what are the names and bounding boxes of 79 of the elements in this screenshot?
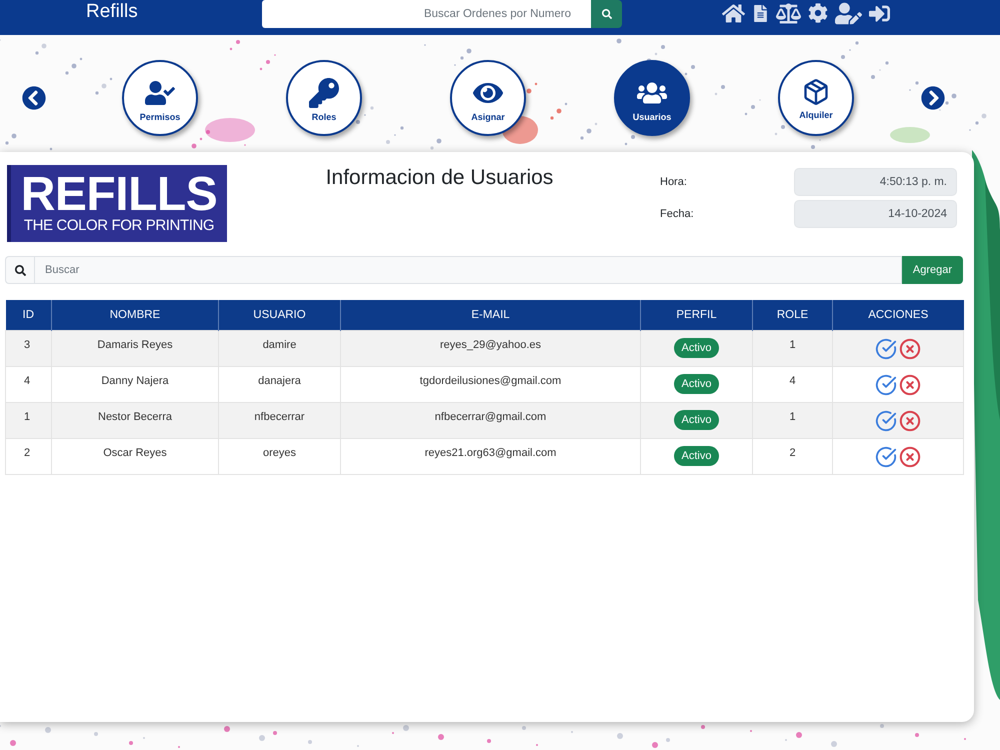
circle-x-icon xyxy=(899,374,921,396)
table-cell: Oscar Reyes xyxy=(103,446,167,460)
circle-check-icon xyxy=(875,410,897,432)
table-cell-text: 4 xyxy=(23,374,32,388)
table-cell-text: 1 xyxy=(23,410,32,424)
table-cell: Nestor Becerra xyxy=(98,410,172,424)
column-header: ID xyxy=(6,300,52,330)
delete-button[interactable] xyxy=(899,338,921,360)
logo-tagline: THE COLOR FOR PRINTING xyxy=(24,216,214,234)
module-nav-button[interactable]: Asignar xyxy=(450,60,526,136)
table-cell: damire xyxy=(262,338,296,352)
column-header: ACCIONES xyxy=(832,300,964,330)
table-cell: Danny Najera xyxy=(101,374,169,388)
previous-button[interactable] xyxy=(22,86,46,110)
table-cell: reyes_29@yahoo.es xyxy=(440,338,542,352)
column-header: USUARIO xyxy=(218,300,340,330)
circle-x-icon xyxy=(899,446,921,468)
module-nav-button[interactable]: Usuarios xyxy=(614,60,690,136)
table-cell-text: 3 xyxy=(23,338,32,352)
circle-check-icon xyxy=(875,446,897,468)
column-header: PERFIL xyxy=(640,300,752,330)
circle-x-icon xyxy=(899,338,921,360)
sign-in-icon[interactable] xyxy=(869,2,890,24)
chevron-left-icon xyxy=(22,86,46,110)
scale-icon[interactable] xyxy=(776,0,801,26)
circle-check-icon xyxy=(875,374,897,396)
user-edit-icon[interactable] xyxy=(835,0,862,26)
status-badge: Activo xyxy=(674,338,720,358)
approve-button[interactable] xyxy=(875,338,897,360)
column-header: ROLE xyxy=(752,300,832,330)
settings-icon[interactable] xyxy=(808,3,828,23)
module-nav-button[interactable]: Alquiler xyxy=(778,60,854,136)
delete-button[interactable] xyxy=(899,374,921,396)
key-icon xyxy=(309,78,339,108)
logo-wordmark: REFILLS xyxy=(20,172,218,216)
field-label: Hora: xyxy=(660,176,688,188)
date-field: 14-10-2024 xyxy=(794,200,957,228)
order-search-field[interactable]: Buscar Ordenes por Numero xyxy=(262,0,591,28)
time-field: 4:50:13 p. m. xyxy=(794,168,957,196)
box-icon xyxy=(802,78,830,106)
circle-check-icon xyxy=(875,338,897,360)
delete-button[interactable] xyxy=(899,446,921,468)
table-cell: nfbecerrar xyxy=(254,410,305,424)
status-badge: Activo xyxy=(674,374,720,394)
approve-button[interactable] xyxy=(875,410,897,432)
module-nav-button[interactable]: Permisos xyxy=(122,60,198,136)
approve-button[interactable] xyxy=(875,446,897,468)
field-label: Fecha: xyxy=(660,208,695,220)
next-button[interactable] xyxy=(921,86,945,110)
column-header: E-MAIL xyxy=(340,300,640,330)
search-icon xyxy=(602,9,612,19)
table-cell: reyes21.org63@gmail.com xyxy=(424,446,556,460)
table-cell: nfbecerrar@gmail.com xyxy=(434,410,546,424)
table-cell: 1 xyxy=(789,338,796,352)
search-icon xyxy=(14,264,26,276)
user-search-field[interactable]: Buscar xyxy=(34,256,902,284)
document-icon[interactable] xyxy=(752,4,769,22)
approve-button[interactable] xyxy=(875,374,897,396)
table-cell: Damaris Reyes xyxy=(97,338,173,352)
brand-name: Refills xyxy=(86,0,139,24)
module-nav-button[interactable]: Roles xyxy=(286,60,362,136)
add-button[interactable]: Agregar xyxy=(902,256,963,284)
page-title: Informacion de Usuarios xyxy=(324,165,554,191)
table-cell: 1 xyxy=(789,410,796,424)
status-badge: Activo xyxy=(674,446,720,466)
table-cell: 2 xyxy=(789,446,796,460)
home-icon[interactable] xyxy=(722,2,745,24)
table-cell: danajera xyxy=(258,374,301,388)
user-check-icon xyxy=(145,78,175,108)
table-cell-text: 2 xyxy=(23,446,32,460)
delete-button[interactable] xyxy=(899,410,921,432)
search-button[interactable] xyxy=(591,0,622,28)
table-cell: 4 xyxy=(789,374,796,388)
chevron-right-icon xyxy=(921,86,945,110)
circle-x-icon xyxy=(899,410,921,432)
status-badge: Activo xyxy=(674,410,720,430)
table-cell: tgdordeilusiones@gmail.com xyxy=(420,374,562,388)
column-header: NOMBRE xyxy=(52,300,218,330)
table-cell: oreyes xyxy=(262,446,296,460)
